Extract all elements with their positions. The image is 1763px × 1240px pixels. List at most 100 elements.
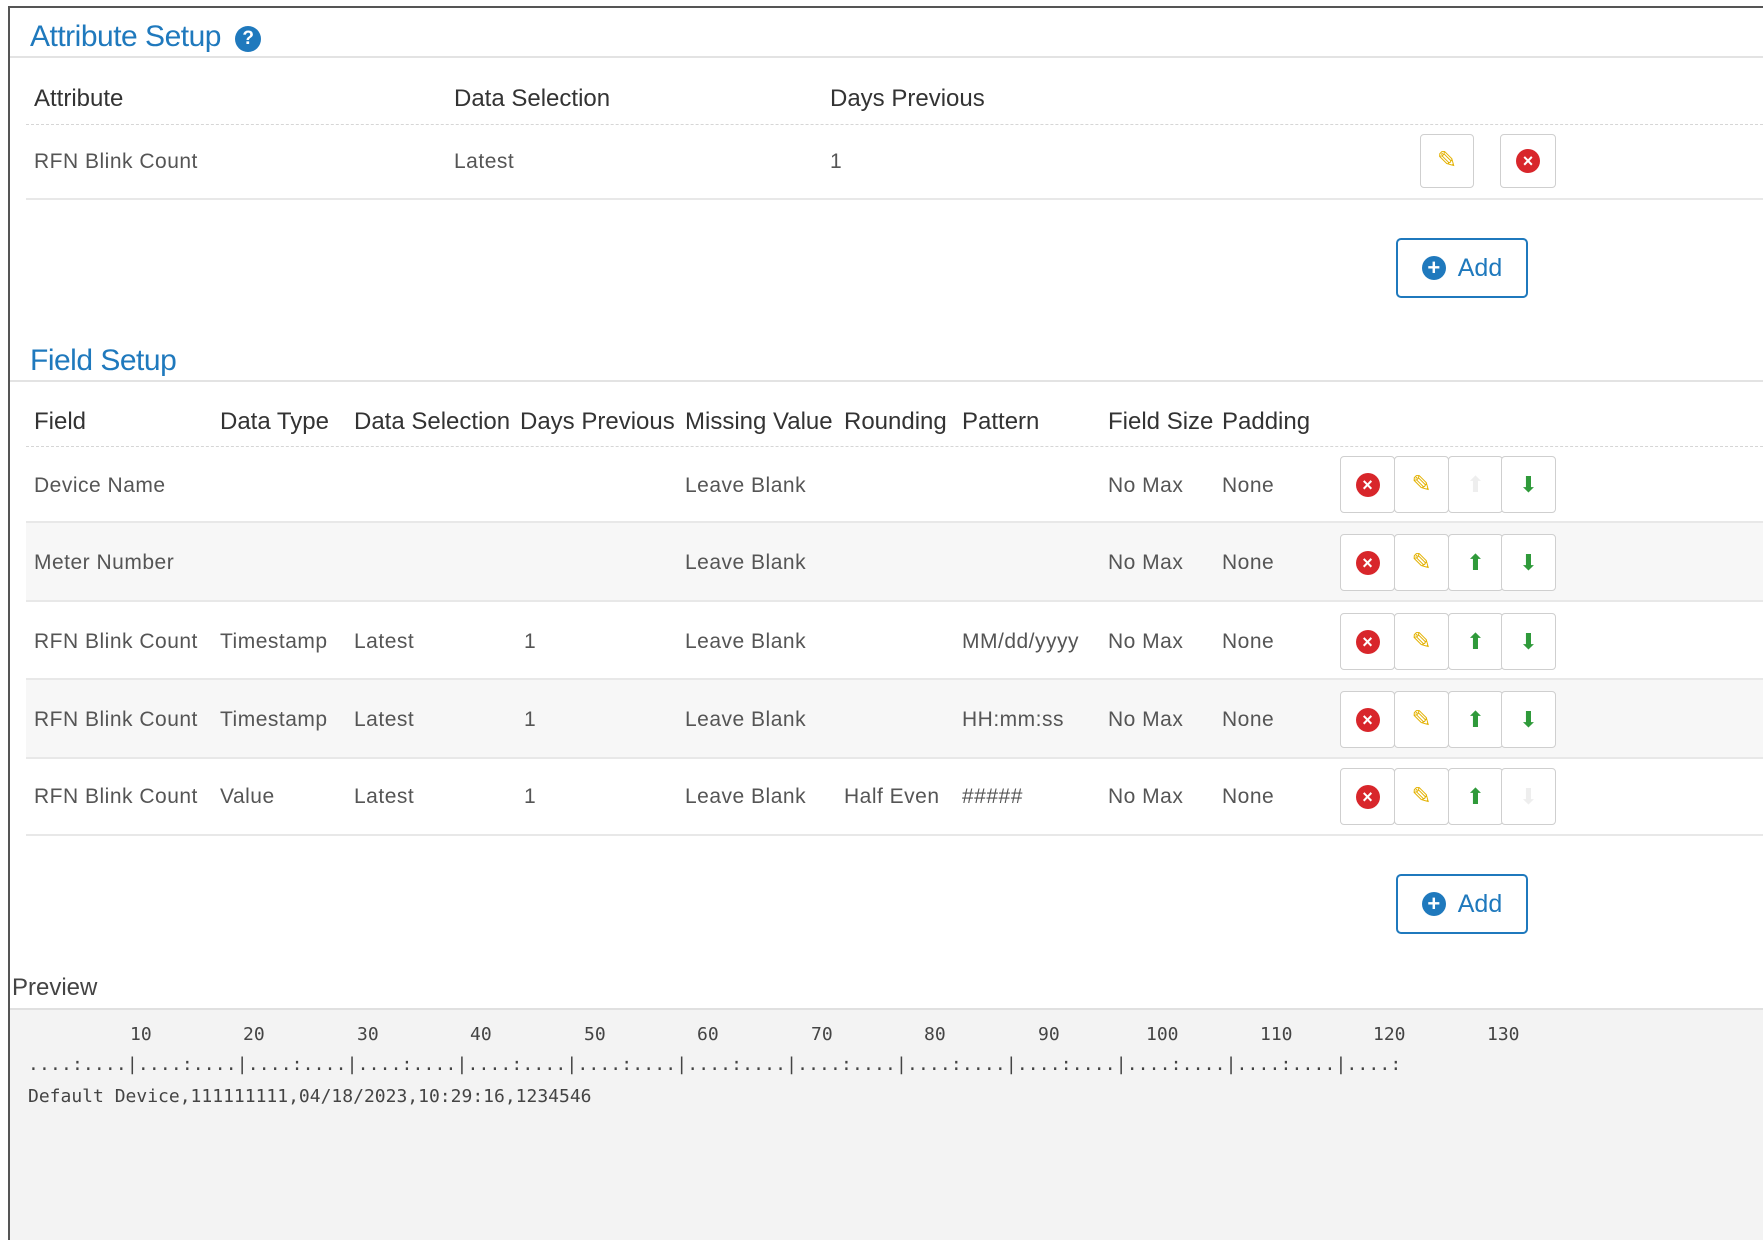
field-name: Meter Number — [34, 551, 175, 574]
col-header-data-selection: Data Selection — [354, 408, 511, 435]
close-circle-icon: × — [1516, 149, 1540, 173]
field-days-previous: 1 — [524, 785, 537, 808]
edit-field-button[interactable]: ✎ — [1394, 768, 1449, 825]
field-padding: None — [1222, 474, 1275, 497]
edit-field-button[interactable]: ✎ — [1394, 456, 1449, 513]
row-divider — [26, 600, 1763, 602]
col-header-missing-value: Missing Value — [685, 408, 833, 435]
move-up-button[interactable]: ⬆ — [1448, 768, 1503, 825]
edit-field-button[interactable]: ✎ — [1394, 691, 1449, 748]
field-size: No Max — [1108, 630, 1184, 653]
pencil-icon: ✎ — [1411, 627, 1432, 655]
help-icon[interactable]: ? — [234, 26, 261, 52]
ruler-number: 10 — [130, 1024, 152, 1045]
move-down-button[interactable]: ⬇ — [1501, 613, 1556, 670]
field-data-selection: Latest — [354, 785, 415, 808]
close-circle-icon: × — [1355, 550, 1380, 575]
move-up-button[interactable]: ⬆ — [1448, 534, 1503, 591]
close-circle-icon: × — [1355, 784, 1380, 809]
delete-field-button[interactable]: × — [1340, 768, 1395, 825]
attribute-setup-title: Attribute Setup ? — [30, 20, 261, 54]
pencil-icon: ✎ — [1411, 548, 1432, 576]
delete-field-button[interactable]: × — [1340, 613, 1395, 670]
pencil-icon: ✎ — [1411, 782, 1432, 810]
delete-field-button[interactable]: × — [1340, 456, 1395, 513]
col-header-data-type: Data Type — [220, 408, 329, 435]
field-name: Device Name — [34, 474, 166, 497]
close-circle-icon: × — [1355, 472, 1380, 497]
header-divider — [26, 124, 1763, 125]
delete-field-button[interactable]: × — [1340, 534, 1395, 591]
pencil-icon: ✎ — [1436, 147, 1458, 174]
field-size: No Max — [1108, 785, 1184, 808]
move-down-button[interactable]: ⬇ — [1501, 534, 1556, 591]
field-pattern: HH:mm:ss — [962, 708, 1064, 731]
arrow-up-icon: ⬆ — [1466, 628, 1485, 654]
move-down-button[interactable]: ⬇ — [1501, 456, 1556, 513]
ruler-number: 130 — [1487, 1024, 1520, 1045]
field-pattern: MM/dd/yyyy — [962, 630, 1080, 653]
arrow-down-icon: ⬇ — [1519, 628, 1538, 654]
field-padding: None — [1222, 708, 1275, 731]
field-missing-value: Leave Blank — [685, 708, 807, 731]
ruler-number: 110 — [1260, 1024, 1293, 1045]
field-data-type: Timestamp — [220, 708, 328, 731]
move-down-button[interactable]: ⬇ — [1501, 691, 1556, 748]
row-divider — [26, 757, 1763, 759]
attribute-name: RFN Blink Count — [34, 150, 198, 173]
divider — [10, 380, 1763, 382]
export-format-editor: Attribute Setup ? Attribute Data Selecti… — [8, 6, 1763, 1240]
edit-attribute-button[interactable]: ✎ — [1420, 134, 1474, 188]
move-up-button: ⬆ — [1448, 456, 1503, 513]
field-name: RFN Blink Count — [34, 630, 198, 653]
pencil-icon: ✎ — [1411, 470, 1432, 498]
field-data-selection: Latest — [354, 630, 415, 653]
ruler-number: 40 — [470, 1024, 492, 1045]
col-header-field: Field — [34, 408, 87, 435]
field-name: RFN Blink Count — [34, 785, 198, 808]
field-days-previous: 1 — [524, 708, 537, 731]
delete-attribute-button[interactable]: × — [1500, 134, 1556, 188]
ruler-number: 120 — [1373, 1024, 1406, 1045]
field-padding: None — [1222, 785, 1275, 808]
preview-ruler: ....:....|....:....|....:....|....:....|… — [28, 1054, 1402, 1075]
add-attribute-button[interactable]: + Add — [1396, 238, 1528, 298]
edit-field-button[interactable]: ✎ — [1394, 613, 1449, 670]
move-up-button[interactable]: ⬆ — [1448, 691, 1503, 748]
field-missing-value: Leave Blank — [685, 785, 807, 808]
close-circle-icon: × — [1355, 707, 1380, 732]
field-padding: None — [1222, 551, 1275, 574]
preview-panel: 10 20 30 40 50 60 70 80 90 100 110 120 1… — [10, 1008, 1763, 1240]
arrow-down-icon: ⬇ — [1519, 549, 1538, 575]
row-divider — [26, 198, 1763, 200]
col-header-attribute: Attribute — [34, 85, 124, 112]
field-data-selection: Latest — [354, 708, 415, 731]
add-field-button[interactable]: + Add — [1396, 874, 1528, 934]
pencil-icon: ✎ — [1411, 705, 1432, 733]
field-rounding: Half Even — [844, 785, 940, 808]
field-missing-value: Leave Blank — [685, 474, 807, 497]
ruler-number: 70 — [811, 1024, 833, 1045]
attribute-days-previous: 1 — [830, 150, 843, 173]
arrow-up-icon: ⬆ — [1466, 549, 1485, 575]
ruler-number: 30 — [357, 1024, 379, 1045]
preview-label: Preview — [12, 974, 98, 1001]
field-data-type: Value — [220, 785, 275, 808]
field-days-previous: 1 — [524, 630, 537, 653]
col-header-field-size: Field Size — [1108, 408, 1214, 435]
delete-field-button[interactable]: × — [1340, 691, 1395, 748]
move-up-button[interactable]: ⬆ — [1448, 613, 1503, 670]
attribute-data-selection: Latest — [454, 150, 515, 173]
edit-field-button[interactable]: ✎ — [1394, 534, 1449, 591]
field-size: No Max — [1108, 708, 1184, 731]
divider — [10, 56, 1763, 58]
ruler-number: 60 — [697, 1024, 719, 1045]
header-divider — [26, 446, 1763, 447]
ruler-number: 100 — [1146, 1024, 1179, 1045]
arrow-up-icon: ⬆ — [1466, 783, 1485, 809]
arrow-down-icon: ⬇ — [1519, 471, 1538, 497]
arrow-down-icon: ⬇ — [1519, 706, 1538, 732]
arrow-up-icon: ⬆ — [1466, 706, 1485, 732]
preview-output: Default Device,111111111,04/18/2023,10:2… — [28, 1086, 592, 1107]
field-pattern: ##### — [962, 785, 1023, 808]
